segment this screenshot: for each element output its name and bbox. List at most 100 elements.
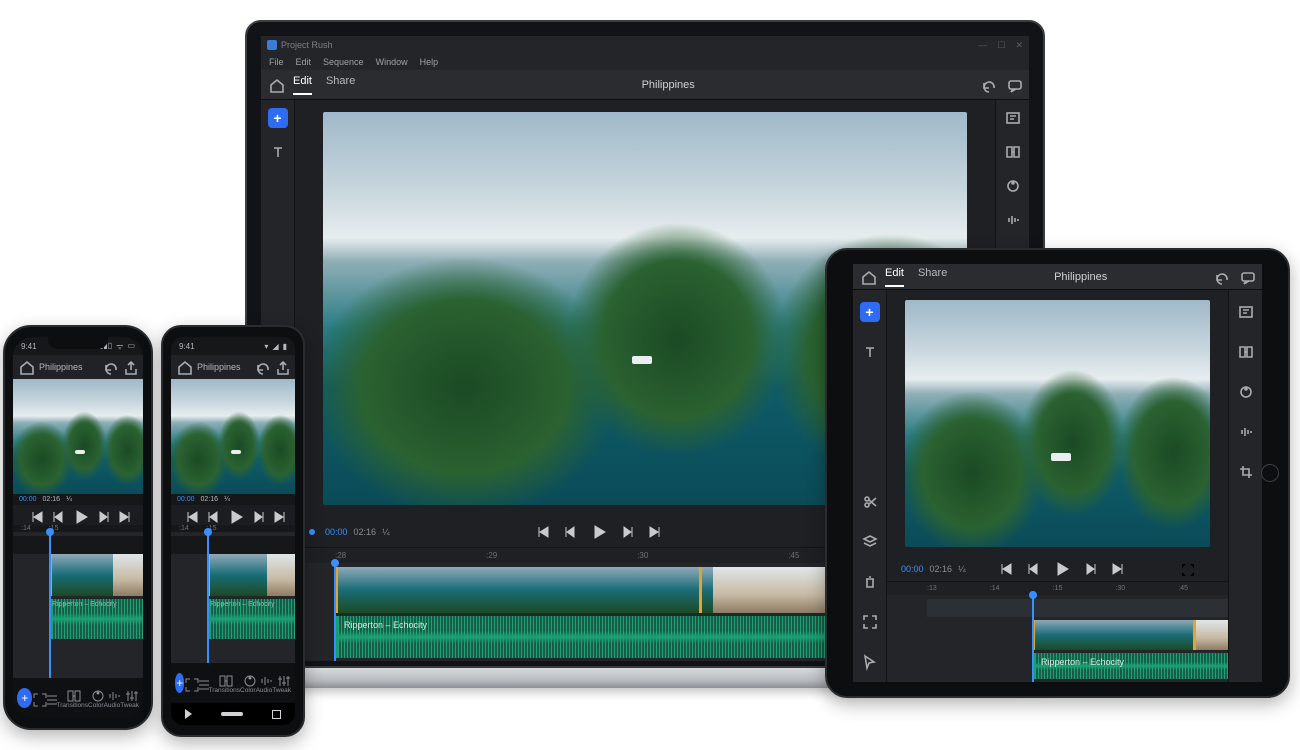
android-home-button[interactable] bbox=[221, 712, 243, 716]
menu-window[interactable]: Window bbox=[376, 57, 408, 67]
tab-tweak[interactable]: Tweak bbox=[120, 688, 139, 709]
layers-icon[interactable] bbox=[860, 532, 880, 552]
fullscreen-icon[interactable] bbox=[1180, 562, 1192, 576]
android-preview[interactable] bbox=[171, 379, 295, 494]
window-minimize-button[interactable]: — bbox=[978, 40, 987, 51]
list-icon[interactable] bbox=[196, 677, 208, 689]
color-panel-icon[interactable] bbox=[1236, 382, 1256, 402]
titles-tool-icon[interactable] bbox=[860, 342, 880, 362]
add-media-button[interactable]: + bbox=[17, 688, 32, 708]
menu-help[interactable]: Help bbox=[420, 57, 439, 67]
skip-forward-button[interactable] bbox=[117, 509, 127, 521]
undo-icon[interactable] bbox=[1214, 270, 1228, 284]
titles-panel-icon[interactable] bbox=[1003, 108, 1023, 128]
share-icon[interactable] bbox=[275, 360, 289, 374]
tab-edit[interactable]: Edit bbox=[885, 267, 904, 287]
cursor-icon[interactable] bbox=[860, 652, 880, 672]
titles-tool-icon[interactable] bbox=[268, 142, 288, 162]
tab-edit[interactable]: Edit bbox=[293, 75, 312, 95]
undo-icon[interactable] bbox=[103, 360, 117, 374]
frame-forward-button[interactable] bbox=[95, 509, 105, 521]
undo-icon[interactable] bbox=[255, 360, 269, 374]
empty-track[interactable] bbox=[13, 536, 143, 554]
playhead[interactable] bbox=[334, 563, 336, 661]
playhead[interactable] bbox=[49, 532, 51, 678]
tab-transitions[interactable]: Transitions bbox=[56, 688, 88, 709]
window-maximize-button[interactable]: ☐ bbox=[997, 40, 1005, 51]
playhead[interactable] bbox=[1032, 595, 1034, 682]
audio-track[interactable]: Ripperton – Echocity bbox=[1032, 653, 1228, 679]
tab-color[interactable]: Color bbox=[88, 688, 104, 709]
skip-forward-button[interactable] bbox=[647, 524, 661, 541]
trash-icon[interactable] bbox=[860, 572, 880, 592]
play-button[interactable] bbox=[1054, 561, 1068, 577]
frame-back-button[interactable] bbox=[563, 524, 577, 541]
frame-forward-button[interactable] bbox=[1082, 561, 1096, 577]
tab-transform[interactable]: Tweak bbox=[272, 673, 291, 694]
tablet-home-button[interactable] bbox=[1261, 464, 1279, 482]
frame-back-button[interactable] bbox=[51, 509, 61, 521]
video-track[interactable] bbox=[1032, 620, 1228, 650]
add-media-button[interactable]: + bbox=[860, 302, 880, 322]
iphone-timeline[interactable]: Ripperton – Echocity bbox=[13, 532, 143, 678]
empty-track[interactable] bbox=[171, 536, 295, 554]
tab-audio[interactable]: Audio bbox=[256, 673, 273, 694]
skip-back-button[interactable] bbox=[29, 509, 39, 521]
menu-file[interactable]: File bbox=[269, 57, 284, 67]
skip-back-button[interactable] bbox=[184, 509, 194, 521]
frame-back-button[interactable] bbox=[206, 509, 216, 521]
skip-forward-button[interactable] bbox=[272, 509, 282, 521]
tablet-ruler[interactable]: :13 :14 :15 :30 :45 bbox=[887, 581, 1228, 595]
home-icon[interactable] bbox=[861, 270, 875, 284]
tab-share[interactable]: Share bbox=[918, 267, 947, 287]
feedback-icon[interactable] bbox=[1240, 270, 1254, 284]
tab-color[interactable]: Color bbox=[240, 673, 256, 694]
transitions-panel-icon[interactable] bbox=[1236, 342, 1256, 362]
add-media-button[interactable]: + bbox=[175, 673, 184, 693]
frame-forward-button[interactable] bbox=[250, 509, 260, 521]
home-icon[interactable] bbox=[177, 360, 191, 374]
android-timeline[interactable]: Ripperton – Echocity bbox=[171, 532, 295, 663]
audio-panel-icon[interactable] bbox=[1236, 422, 1256, 442]
menu-edit[interactable]: Edit bbox=[296, 57, 312, 67]
frame-forward-button[interactable] bbox=[619, 524, 633, 541]
iphone-ruler[interactable]: :14 :15 bbox=[13, 525, 143, 532]
android-back-button[interactable] bbox=[185, 709, 192, 719]
video-track[interactable] bbox=[207, 554, 295, 596]
play-button[interactable] bbox=[228, 509, 238, 521]
tab-transitions[interactable]: Transitions bbox=[208, 673, 240, 694]
transitions-panel-icon[interactable] bbox=[1003, 142, 1023, 162]
android-recents-button[interactable] bbox=[272, 710, 281, 719]
android-ruler[interactable]: :14 :15 bbox=[171, 525, 295, 532]
empty-track[interactable] bbox=[927, 599, 1228, 617]
playhead[interactable] bbox=[207, 532, 209, 663]
skip-back-button[interactable] bbox=[998, 561, 1012, 577]
expand-icon[interactable] bbox=[860, 612, 880, 632]
preview-frame[interactable] bbox=[905, 300, 1210, 547]
audio-track[interactable]: Ripperton – Echocity bbox=[207, 599, 295, 639]
tab-audio[interactable]: Audio bbox=[104, 688, 121, 709]
scissors-icon[interactable] bbox=[860, 492, 880, 512]
menu-sequence[interactable]: Sequence bbox=[323, 57, 364, 67]
video-track[interactable] bbox=[49, 554, 143, 596]
home-icon[interactable] bbox=[269, 78, 283, 92]
playhead-marker-icon[interactable] bbox=[309, 529, 315, 535]
undo-icon[interactable] bbox=[981, 78, 995, 92]
audio-panel-icon[interactable] bbox=[1003, 210, 1023, 230]
add-media-button[interactable]: + bbox=[268, 108, 288, 128]
play-button[interactable] bbox=[591, 524, 605, 541]
frame-back-button[interactable] bbox=[1026, 561, 1040, 577]
home-icon[interactable] bbox=[19, 360, 33, 374]
skip-forward-button[interactable] bbox=[1110, 561, 1124, 577]
list-icon[interactable] bbox=[1202, 562, 1214, 576]
feedback-icon[interactable] bbox=[1007, 78, 1021, 92]
titles-panel-icon[interactable] bbox=[1236, 302, 1256, 322]
window-close-button[interactable]: ✕ bbox=[1015, 40, 1023, 51]
share-icon[interactable] bbox=[123, 360, 137, 374]
tablet-timeline[interactable]: Ripperton – Echocity bbox=[887, 595, 1228, 682]
iphone-preview[interactable] bbox=[13, 379, 143, 494]
tab-share[interactable]: Share bbox=[326, 75, 355, 95]
play-button[interactable] bbox=[73, 509, 83, 521]
expand-icon[interactable] bbox=[184, 677, 196, 689]
skip-back-button[interactable] bbox=[535, 524, 549, 541]
